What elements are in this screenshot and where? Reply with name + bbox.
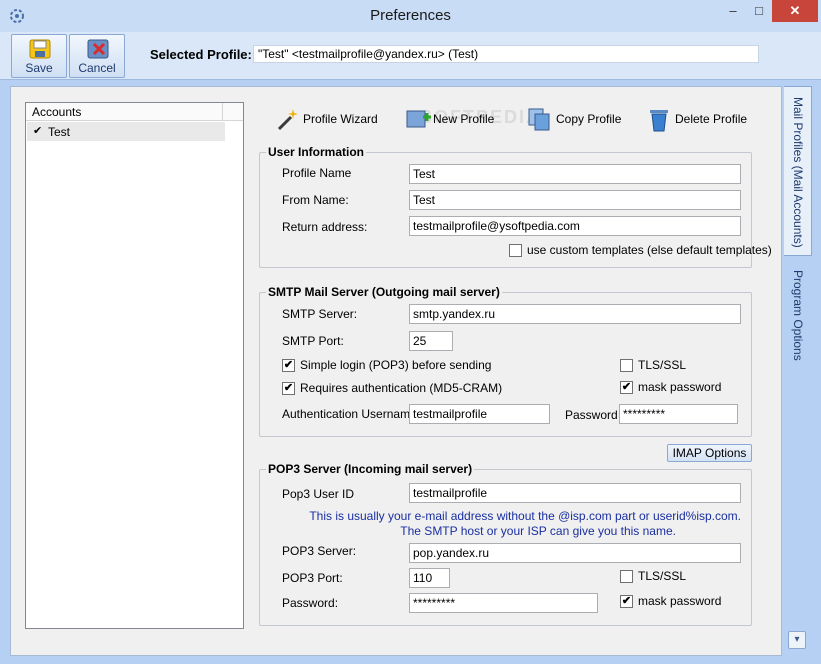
smtp-mask-password-label: mask password xyxy=(638,380,722,394)
simple-login-label: Simple login (POP3) before sending xyxy=(300,358,492,372)
smtp-server-title: SMTP Mail Server (Outgoing mail server) xyxy=(266,285,502,299)
delete-profile-label: Delete Profile xyxy=(675,112,748,126)
scroll-down-icon[interactable]: ▾ xyxy=(788,631,806,649)
copy-profile-label: Copy Profile xyxy=(556,112,622,126)
pop3-tls-label: TLS/SSL xyxy=(638,569,687,583)
selected-profile-label: Selected Profile: xyxy=(150,47,252,62)
smtp-server-label: SMTP Server: xyxy=(282,307,358,321)
profile-wizard-label: Profile Wizard xyxy=(303,112,378,126)
smtp-password-label: Password xyxy=(565,408,618,422)
pop3-user-id-label: Pop3 User ID xyxy=(282,487,355,501)
window-title: Preferences xyxy=(370,7,451,24)
check-icon: ✔ xyxy=(33,125,43,137)
smtp-port-label: SMTP Port: xyxy=(282,334,344,348)
smtp-server-input[interactable]: smtp.yandex.ru xyxy=(409,304,741,324)
pop3-password-label: Password: xyxy=(282,596,339,610)
from-name-input[interactable]: Test xyxy=(409,190,741,210)
pop3-tls-checkbox[interactable] xyxy=(620,570,633,583)
wand-icon xyxy=(277,109,298,131)
list-item[interactable]: ✔ Test xyxy=(27,122,225,141)
return-address-input[interactable]: testmailprofile@ysoftpedia.com xyxy=(409,216,741,236)
custom-templates-checkbox[interactable] xyxy=(509,244,522,257)
profile-name-label: Profile Name xyxy=(282,166,352,180)
accounts-list[interactable]: Accounts ✔ Test xyxy=(25,102,244,629)
pop3-port-label: POP3 Port: xyxy=(282,571,343,585)
from-name-label: From Name: xyxy=(282,193,349,207)
smtp-tls-label: TLS/SSL xyxy=(638,358,687,372)
close-button[interactable]: ✕ xyxy=(772,0,818,22)
copy-icon xyxy=(528,108,550,131)
new-profile-label: New Profile xyxy=(433,112,495,126)
auth-username-input[interactable]: testmailprofile xyxy=(409,404,550,424)
cancel-button[interactable]: Cancel xyxy=(69,34,125,78)
save-button[interactable]: Save xyxy=(11,34,67,78)
custom-templates-label: use custom templates (else default templ… xyxy=(527,243,772,257)
pop3-hint-line1: This is usually your e-mail address with… xyxy=(309,509,741,523)
account-name: Test xyxy=(48,125,71,139)
pop3-port-input[interactable]: 110 xyxy=(409,568,450,588)
pop3-mask-password-checkbox[interactable]: ✔ xyxy=(620,595,633,608)
return-address-label: Return address: xyxy=(282,220,368,234)
new-profile-icon xyxy=(406,110,431,128)
simple-login-checkbox[interactable]: ✔ xyxy=(282,359,295,372)
pop3-server-input[interactable]: pop.yandex.ru xyxy=(409,543,741,563)
save-label: Save xyxy=(25,61,53,75)
header-divider xyxy=(222,103,223,121)
smtp-mask-password-checkbox[interactable]: ✔ xyxy=(620,381,633,394)
selected-profile-field[interactable]: "Test" <testmailprofile@yandex.ru> (Test… xyxy=(253,45,759,63)
tab-program-options[interactable]: Program Options xyxy=(784,260,812,361)
accounts-header-label: Accounts xyxy=(32,105,82,119)
trash-icon xyxy=(650,110,668,132)
smtp-port-input[interactable]: 25 xyxy=(409,331,453,351)
profile-name-input[interactable]: Test xyxy=(409,164,741,184)
accounts-header[interactable]: Accounts xyxy=(26,103,243,121)
pop3-hint-line2: The SMTP host or your ISP can give you t… xyxy=(400,524,676,538)
cancel-icon xyxy=(87,39,109,59)
tab-mail-profiles[interactable]: Mail Profiles (Mail Accounts) xyxy=(784,86,812,256)
save-icon xyxy=(29,39,51,59)
pop3-user-id-input[interactable]: testmailprofile xyxy=(409,483,741,503)
pop3-server-title: POP3 Server (Incoming mail server) xyxy=(266,462,475,476)
maximize-button[interactable]: □ xyxy=(746,0,772,22)
smtp-password-input[interactable]: ********* xyxy=(619,404,738,424)
tab-mail-profiles-label: Mail Profiles (Mail Accounts) xyxy=(791,97,805,248)
pop3-server-label: POP3 Server: xyxy=(282,544,357,558)
imap-options-button[interactable]: IMAP Options xyxy=(667,444,752,462)
requires-auth-label: Requires authentication (MD5-CRAM) xyxy=(300,381,503,395)
user-information-title: User Information xyxy=(266,145,367,159)
requires-auth-checkbox[interactable]: ✔ xyxy=(282,382,295,395)
cancel-label: Cancel xyxy=(78,61,116,75)
smtp-tls-checkbox[interactable] xyxy=(620,359,633,372)
pop3-mask-password-label: mask password xyxy=(638,594,722,608)
minimize-button[interactable]: – xyxy=(720,0,746,22)
auth-username-label: Authentication Username xyxy=(282,407,417,421)
tab-program-options-label: Program Options xyxy=(791,270,805,361)
pop3-password-input[interactable]: ********* xyxy=(409,593,598,613)
